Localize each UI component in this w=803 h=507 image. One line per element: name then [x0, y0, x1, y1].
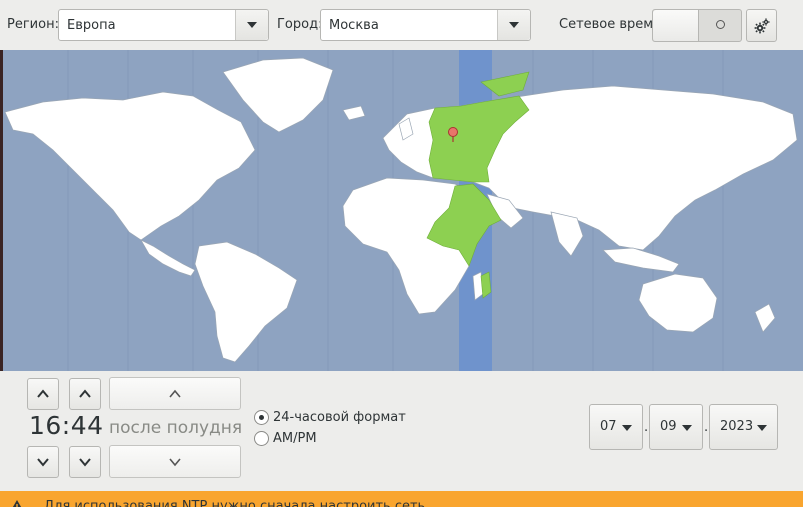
chevron-down-icon	[169, 458, 181, 467]
switch-off-indicator-icon	[716, 20, 725, 29]
chevron-up-icon	[37, 389, 49, 398]
chevron-down-icon	[247, 22, 257, 28]
gears-icon	[754, 18, 770, 34]
chevron-down-icon	[757, 425, 767, 431]
chevron-down-icon	[682, 425, 692, 431]
region-iceland	[342, 105, 366, 121]
ntp-settings-button[interactable]	[746, 9, 777, 42]
world-map	[4, 50, 798, 371]
continent-north-america	[4, 91, 256, 241]
city-dropdown-button[interactable]	[497, 10, 530, 40]
city-label: Город:	[277, 17, 323, 32]
chevron-down-icon	[79, 458, 91, 467]
region-value: Европа	[67, 18, 116, 33]
continent-australia	[638, 273, 718, 333]
warning-bar: Для использования NTP нужно сначала наст…	[0, 491, 803, 507]
time-display: 16:44	[29, 411, 104, 440]
ampm-display: после полудня	[109, 418, 243, 438]
format-ampm-label: AM/PM	[273, 431, 317, 446]
date-time-screen: Регион: Европа Город: Москва Сетевое вре…	[0, 0, 803, 507]
date-separator: .	[704, 420, 709, 435]
timezone-map[interactable]	[3, 50, 803, 371]
hour-decrement-button[interactable]	[27, 446, 59, 478]
continent-central-america	[140, 239, 196, 277]
network-time-switch[interactable]	[652, 9, 742, 42]
switch-knob	[653, 10, 699, 41]
year-value: 2023	[720, 419, 754, 434]
top-bar: Регион: Европа Город: Москва Сетевое вре…	[0, 0, 803, 50]
year-dropdown[interactable]: 2023	[709, 404, 778, 450]
region-indonesia	[602, 247, 680, 273]
format-ampm-radio[interactable]	[254, 431, 269, 446]
minute-decrement-button[interactable]	[69, 446, 101, 478]
format-24h-option[interactable]: 24-часовой формат	[254, 410, 414, 428]
warning-icon	[12, 500, 22, 507]
minute-increment-button[interactable]	[69, 378, 101, 410]
format-ampm-option[interactable]: AM/PM	[254, 431, 354, 449]
warning-text: Для использования NTP нужно сначала наст…	[44, 499, 426, 507]
network-time-label: Сетевое время	[559, 17, 661, 32]
month-dropdown[interactable]: 09	[649, 404, 703, 450]
day-value: 07	[600, 419, 617, 434]
ampm-increment-button[interactable]	[109, 377, 241, 410]
city-combobox[interactable]: Москва	[320, 9, 531, 41]
continent-south-america	[194, 241, 298, 363]
hour-increment-button[interactable]	[27, 378, 59, 410]
chevron-up-icon	[79, 389, 91, 398]
chevron-down-icon	[37, 458, 49, 467]
date-separator: .	[644, 420, 649, 435]
region-dropdown-button[interactable]	[235, 10, 268, 40]
region-label: Регион:	[7, 17, 59, 32]
region-combobox[interactable]: Европа	[58, 9, 269, 41]
region-new-zealand	[754, 303, 776, 333]
format-24h-label: 24-часовой формат	[273, 410, 406, 425]
format-24h-radio[interactable]	[254, 410, 269, 425]
day-dropdown[interactable]: 07	[589, 404, 643, 450]
chevron-down-icon	[509, 22, 519, 28]
ampm-decrement-button[interactable]	[109, 445, 241, 478]
city-value: Москва	[329, 18, 379, 33]
month-value: 09	[660, 419, 677, 434]
chevron-down-icon	[622, 425, 632, 431]
chevron-up-icon	[169, 389, 181, 398]
